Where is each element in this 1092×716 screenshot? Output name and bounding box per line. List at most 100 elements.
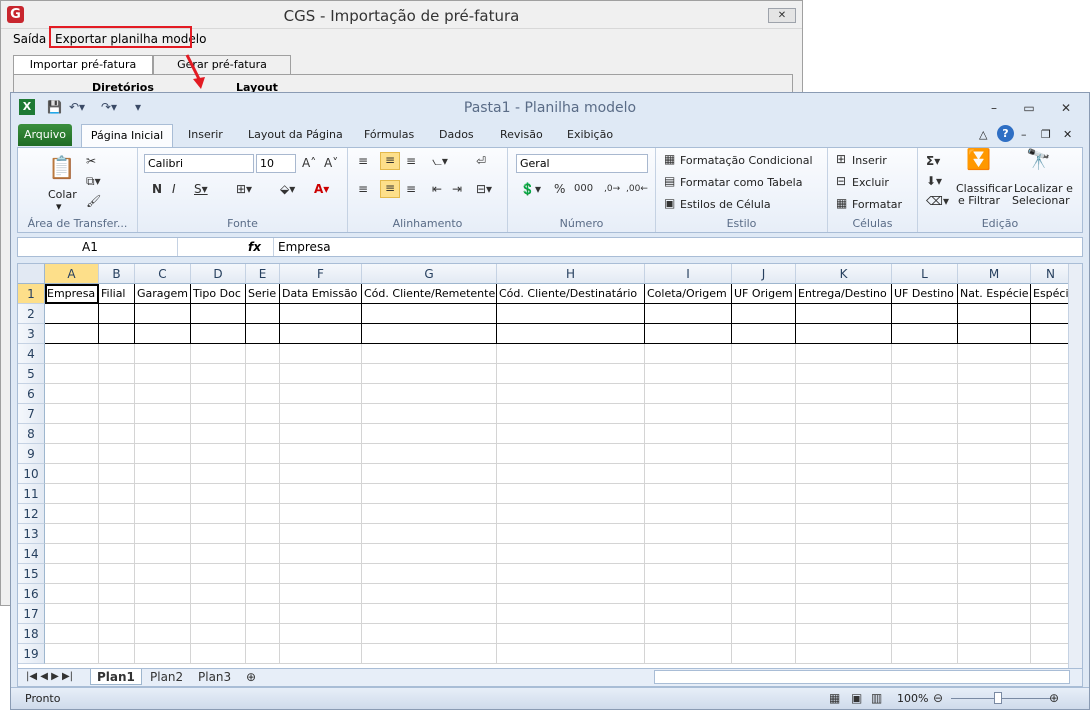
cell-g19[interactable] (362, 644, 497, 664)
cell-j4[interactable] (732, 344, 796, 364)
cell-c13[interactable] (135, 524, 191, 544)
sheet-tab-plan1[interactable]: Plan1 (90, 669, 142, 685)
cell-n16[interactable] (1031, 584, 1071, 604)
cell-i13[interactable] (645, 524, 732, 544)
cell-h1[interactable]: Cód. Cliente/Destinatário (497, 284, 645, 304)
tab-revisao[interactable]: Revisão (500, 128, 543, 141)
cell-k5[interactable] (796, 364, 892, 384)
column-header-h[interactable]: H (497, 264, 645, 284)
column-header-a[interactable]: A (45, 264, 99, 284)
cell-d13[interactable] (191, 524, 246, 544)
cell-j2[interactable] (732, 304, 796, 324)
worksheet-grid[interactable]: ABCDEFGHIJKLMN 1 Empresa Filial Garagem Tipo… (17, 263, 1083, 669)
insert-button[interactable]: Inserir (852, 154, 887, 167)
cell-g10[interactable] (362, 464, 497, 484)
workbook-minimize-icon[interactable]: – (1021, 128, 1027, 141)
cell-b16[interactable] (99, 584, 135, 604)
cut-icon[interactable]: ✂ (86, 154, 96, 168)
cell-n5[interactable] (1031, 364, 1071, 384)
cell-b7[interactable] (99, 404, 135, 424)
zoom-level[interactable]: 100% (897, 692, 928, 705)
cell-a6[interactable] (45, 384, 99, 404)
format-as-table-button[interactable]: Formatar como Tabela (680, 176, 802, 189)
column-header-m[interactable]: M (958, 264, 1031, 284)
cell-h14[interactable] (497, 544, 645, 564)
cell-m5[interactable] (958, 364, 1031, 384)
cell-n10[interactable] (1031, 464, 1071, 484)
cell-g5[interactable] (362, 364, 497, 384)
cell-d18[interactable] (191, 624, 246, 644)
cell-h9[interactable] (497, 444, 645, 464)
cell-k4[interactable] (796, 344, 892, 364)
column-header-g[interactable]: G (362, 264, 497, 284)
cell-m1[interactable]: Nat. Espécie (958, 284, 1031, 304)
cell-b9[interactable] (99, 444, 135, 464)
cell-l2[interactable] (892, 304, 958, 324)
row-header-4[interactable]: 4 (18, 344, 45, 364)
cell-m16[interactable] (958, 584, 1031, 604)
cell-a3[interactable] (45, 324, 99, 344)
cell-l3[interactable] (892, 324, 958, 344)
paste-button[interactable]: Colar (48, 188, 77, 201)
cell-j5[interactable] (732, 364, 796, 384)
cell-m19[interactable] (958, 644, 1031, 664)
cell-l16[interactable] (892, 584, 958, 604)
cell-n6[interactable] (1031, 384, 1071, 404)
cell-f13[interactable] (280, 524, 362, 544)
cell-c2[interactable] (135, 304, 191, 324)
cell-b13[interactable] (99, 524, 135, 544)
cell-e15[interactable] (246, 564, 280, 584)
cell-b2[interactable] (99, 304, 135, 324)
cell-l11[interactable] (892, 484, 958, 504)
number-format-select[interactable]: Geral (516, 154, 648, 173)
cell-f15[interactable] (280, 564, 362, 584)
decrease-indent-icon[interactable]: ⇤ (432, 182, 442, 196)
delete-button[interactable]: Excluir (852, 176, 889, 189)
cell-c9[interactable] (135, 444, 191, 464)
column-header-d[interactable]: D (191, 264, 246, 284)
cell-e9[interactable] (246, 444, 280, 464)
cell-b15[interactable] (99, 564, 135, 584)
cell-g13[interactable] (362, 524, 497, 544)
cell-h15[interactable] (497, 564, 645, 584)
sheet-nav-icon[interactable]: |◀ ◀ ▶ ▶| (20, 669, 79, 685)
cell-a19[interactable] (45, 644, 99, 664)
cell-e2[interactable] (246, 304, 280, 324)
cell-m10[interactable] (958, 464, 1031, 484)
cell-k8[interactable] (796, 424, 892, 444)
cell-d11[interactable] (191, 484, 246, 504)
cell-b1[interactable]: Filial (99, 284, 135, 304)
cell-i11[interactable] (645, 484, 732, 504)
cell-n18[interactable] (1031, 624, 1071, 644)
cell-b18[interactable] (99, 624, 135, 644)
cell-i5[interactable] (645, 364, 732, 384)
tab-inserir[interactable]: Inserir (188, 128, 223, 141)
cell-h8[interactable] (497, 424, 645, 444)
cell-b6[interactable] (99, 384, 135, 404)
row-header-14[interactable]: 14 (18, 544, 45, 564)
cell-c19[interactable] (135, 644, 191, 664)
cell-f6[interactable] (280, 384, 362, 404)
close-button[interactable]: ✕ (1058, 101, 1074, 115)
cell-l18[interactable] (892, 624, 958, 644)
cell-k3[interactable] (796, 324, 892, 344)
orientation-icon[interactable]: ⦦▾ (432, 154, 448, 168)
cell-l19[interactable] (892, 644, 958, 664)
cell-g11[interactable] (362, 484, 497, 504)
cell-i12[interactable] (645, 504, 732, 524)
cell-k10[interactable] (796, 464, 892, 484)
row-header-13[interactable]: 13 (18, 524, 45, 544)
cell-m9[interactable] (958, 444, 1031, 464)
row-header-3[interactable]: 3 (18, 324, 45, 344)
cell-l15[interactable] (892, 564, 958, 584)
cell-i4[interactable] (645, 344, 732, 364)
cell-i6[interactable] (645, 384, 732, 404)
cell-c15[interactable] (135, 564, 191, 584)
font-color-icon[interactable]: A▾ (314, 182, 329, 196)
cell-a11[interactable] (45, 484, 99, 504)
cell-l7[interactable] (892, 404, 958, 424)
cell-l10[interactable] (892, 464, 958, 484)
cell-n1[interactable]: Espécie (1031, 284, 1071, 304)
cell-f8[interactable] (280, 424, 362, 444)
increase-indent-icon[interactable]: ⇥ (452, 182, 462, 196)
